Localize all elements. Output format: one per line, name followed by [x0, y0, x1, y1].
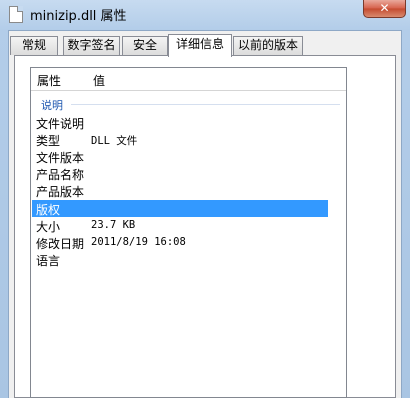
property-value: DLL 文件 — [91, 135, 138, 147]
property-name: 语言 — [36, 254, 61, 268]
tab-digital-signatures[interactable]: 数字签名 — [63, 36, 120, 55]
property-name: 文件版本 — [36, 151, 85, 165]
list-item-size[interactable]: 大小 23.7 KB — [32, 217, 328, 234]
group-divider — [71, 104, 340, 105]
tab-general[interactable]: 常规 — [10, 36, 58, 55]
property-value: 23.7 KB — [91, 219, 136, 231]
list-item-product-name[interactable]: 产品名称 — [32, 165, 328, 182]
list-item-product-version[interactable]: 产品版本 — [32, 182, 328, 199]
property-name: 大小 — [36, 220, 61, 234]
list-item-language[interactable]: 语言 — [32, 251, 328, 268]
list-item-copyright[interactable]: 版权 — [32, 200, 328, 217]
title-bar[interactable]: minizip.dll 属性 ✕ — [0, 0, 410, 30]
property-list[interactable]: 属性 值 说明 文件说明 类型 DLL 文件 文件版本 产品名称 产品版本 版权… — [30, 67, 347, 398]
list-item-date-modified[interactable]: 修改日期 2011/8/19 16:08 — [32, 234, 328, 251]
property-value: 2011/8/19 16:08 — [91, 236, 186, 248]
close-button[interactable]: ✕ — [363, 0, 406, 18]
property-name: 产品名称 — [36, 168, 85, 182]
tab-security[interactable]: 安全 — [122, 36, 168, 55]
property-name: 版权 — [36, 203, 61, 217]
list-item-file-description[interactable]: 文件说明 — [32, 114, 328, 131]
tab-previous-versions[interactable]: 以前的版本 — [233, 36, 303, 55]
window-title: minizip.dll 属性 — [30, 9, 127, 24]
property-name: 修改日期 — [36, 237, 85, 251]
list-item-file-version[interactable]: 文件版本 — [32, 148, 328, 165]
property-name: 文件说明 — [36, 117, 85, 131]
column-header-property[interactable]: 属性 — [37, 72, 61, 89]
list-item-type[interactable]: 类型 DLL 文件 — [32, 131, 328, 148]
column-header: 属性 值 — [31, 68, 346, 91]
file-icon — [9, 6, 23, 23]
property-name: 类型 — [36, 134, 61, 148]
tab-details[interactable]: 详细信息 — [168, 34, 232, 57]
property-name: 产品版本 — [36, 185, 85, 199]
group-header-description: 说明 — [41, 97, 67, 113]
column-header-value[interactable]: 值 — [93, 72, 105, 89]
